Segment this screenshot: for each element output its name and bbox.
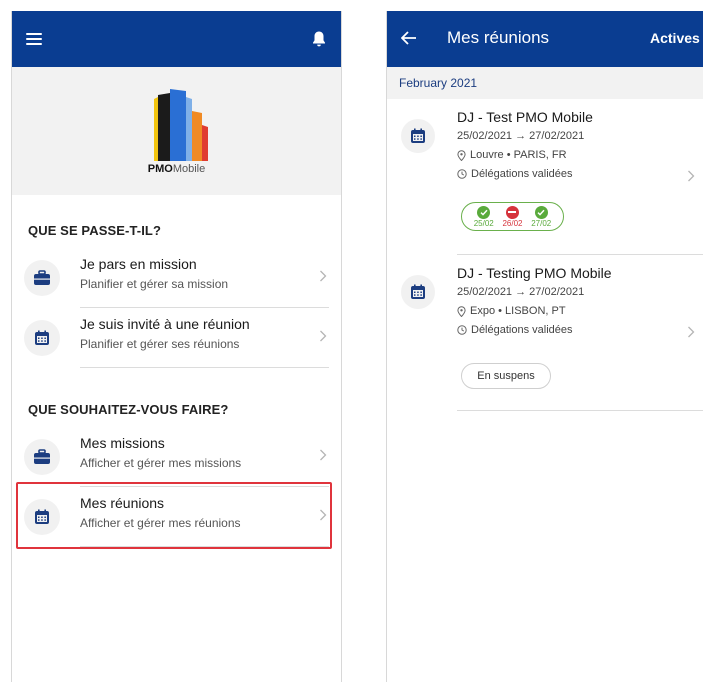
day-label: 27/02	[531, 218, 552, 228]
back-arrow-icon[interactable]	[401, 31, 417, 45]
page-title: Mes réunions	[447, 28, 550, 47]
meetings-screen: Mes réunions Actives February 2021 DJ - …	[386, 11, 703, 682]
day-status-ok: 25/02	[473, 205, 494, 228]
meeting-title: DJ - Testing PMO Mobile	[457, 265, 612, 281]
row-title: Je pars en mission	[80, 256, 197, 272]
meeting-dates: 25/02/2021 → 27/02/2021	[457, 130, 585, 142]
location-pin-icon	[457, 305, 466, 317]
meeting-location: Expo • LISBON, PT	[457, 305, 566, 317]
day-status-ok: 27/02	[531, 205, 552, 228]
chevron-right-icon	[688, 326, 695, 338]
meeting-location-text: Expo • LISBON, PT	[470, 305, 566, 317]
row-subtitle: Planifier et gérer sa mission	[80, 277, 229, 291]
day-label: 25/02	[473, 218, 494, 228]
month-header: February 2021	[387, 67, 703, 99]
meeting-card[interactable]: DJ - Testing PMO Mobile 25/02/2021 → 27/…	[387, 255, 703, 411]
row-subtitle: Planifier et gérer ses réunions	[80, 337, 240, 351]
row-mes-reunions[interactable]: Mes réunions Afficher et gérer mes réuni…	[12, 487, 341, 547]
meetings-app-bar: Mes réunions Actives	[387, 11, 703, 67]
clock-icon	[457, 169, 467, 179]
section-title-what-to-do: QUE SOUHAITEZ-VOUS FAIRE?	[28, 402, 229, 417]
meeting-status-text: Délégations validées	[471, 324, 573, 336]
calendar-icon	[401, 119, 435, 153]
briefcase-icon	[24, 439, 60, 475]
meeting-status: Délégations validées	[457, 324, 573, 336]
chevron-right-icon	[320, 330, 327, 342]
meeting-card[interactable]: DJ - Test PMO Mobile 25/02/2021 → 27/02/…	[387, 99, 703, 255]
screenshot-stage: PMOMobile QUE SE PASSE-T-IL? Je pars en …	[0, 0, 703, 682]
meeting-status: Délégations validées	[457, 168, 573, 180]
calendar-icon	[24, 499, 60, 535]
clock-icon	[457, 325, 467, 335]
filter-dropdown[interactable]: Actives	[650, 30, 700, 46]
row-title: Mes missions	[80, 435, 165, 451]
bell-icon[interactable]	[311, 30, 327, 48]
meeting-dates: 25/02/2021 → 27/02/2021	[457, 286, 585, 298]
chevron-right-icon	[320, 270, 327, 282]
location-pin-icon	[457, 149, 466, 161]
chevron-right-icon	[320, 509, 327, 521]
divider	[80, 546, 329, 547]
check-icon	[477, 205, 491, 219]
menu-icon[interactable]	[26, 33, 42, 45]
day-label: 26/02	[502, 218, 523, 228]
row-title: Mes réunions	[80, 495, 165, 511]
chevron-right-icon	[320, 449, 327, 461]
row-mes-missions[interactable]: Mes missions Afficher et gérer mes missi…	[12, 427, 341, 487]
meeting-location: Louvre • PARIS, FR	[457, 149, 567, 161]
chevron-right-icon	[688, 170, 695, 182]
calendar-icon	[24, 320, 60, 356]
meeting-status-text: Délégations validées	[471, 168, 573, 180]
home-screen: PMOMobile QUE SE PASSE-T-IL? Je pars en …	[11, 11, 342, 682]
day-status-refused: 26/02	[502, 205, 523, 228]
minus-icon	[505, 205, 519, 219]
calendar-icon	[401, 275, 435, 309]
logo-banner: PMOMobile	[12, 67, 341, 195]
meeting-title: DJ - Test PMO Mobile	[457, 109, 593, 125]
section-title-whats-happening: QUE SE PASSE-T-IL?	[28, 223, 162, 238]
row-subtitle: Afficher et gérer mes réunions	[80, 516, 241, 530]
row-subtitle: Afficher et gérer mes missions	[80, 456, 242, 470]
briefcase-icon	[24, 260, 60, 296]
days-status-pill: 25/02 26/02 27/02	[461, 202, 564, 231]
meeting-location-text: Louvre • PARIS, FR	[470, 149, 567, 161]
en-suspens-badge[interactable]: En suspens	[461, 363, 551, 389]
divider	[80, 367, 329, 368]
row-je-pars-en-mission[interactable]: Je pars en mission Planifier et gérer sa…	[12, 248, 341, 308]
row-title: Je suis invité à une réunion	[80, 316, 250, 332]
logo-wordmark: PMOMobile	[147, 163, 206, 175]
filter-label: Actives	[650, 30, 700, 46]
divider	[457, 410, 703, 411]
row-invite-reunion[interactable]: Je suis invité à une réunion Planifier e…	[12, 308, 341, 368]
home-app-bar	[12, 11, 341, 67]
check-icon	[534, 205, 548, 219]
